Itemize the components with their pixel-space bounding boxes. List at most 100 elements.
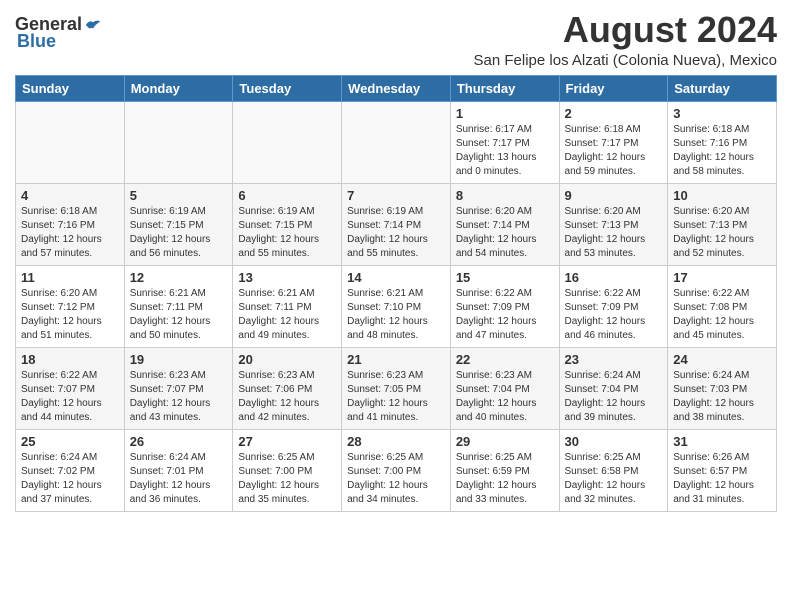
calendar-cell: 16 Sunrise: 6:22 AMSunset: 7:09 PMDayligh… (559, 265, 668, 347)
calendar-cell: 9Sunrise: 6:20 AMSunset: 7:13 PMDaylight… (559, 183, 668, 265)
calendar-cell: 14Sunrise: 6:21 AMSunset: 7:10 PMDayligh… (342, 265, 451, 347)
day-info: Sunrise: 6:23 AMSunset: 7:04 PMDaylight:… (456, 369, 554, 425)
week-row-3: 11 Sunrise: 6:20 AMSunset: 7:12 PMDayligh… (16, 265, 777, 347)
calendar-cell: 11 Sunrise: 6:20 AMSunset: 7:12 PMDayligh… (16, 265, 125, 347)
day-number: 22 (456, 352, 554, 367)
day-number: 25 (21, 434, 119, 449)
day-info: Sunrise: 6:20 AMSunset: 7:12 PMDaylight:… (21, 287, 119, 343)
day-number: 8 (456, 188, 554, 203)
day-info: Sunrise: 6:19 AMSunset: 7:14 PMDaylight:… (347, 205, 445, 261)
month-title: August 2024 (474, 10, 777, 50)
calendar-cell: 4 Sunrise: 6:18 AMSunset: 7:16 PMDaylight… (16, 183, 125, 265)
calendar-cell: 21 Sunrise: 6:23 AMSunset: 7:05 PMDayligh… (342, 347, 451, 429)
calendar-cell: 26Sunrise: 6:24 AMSunset: 7:01 PMDayligh… (124, 429, 233, 511)
day-info: Sunrise: 6:23 AMSunset: 7:07 PMDaylight:… (130, 369, 228, 425)
day-number: 7 (347, 188, 445, 203)
calendar-cell: 6 Sunrise: 6:19 AMSunset: 7:15 PMDaylight… (233, 183, 342, 265)
calendar-cell: 22 Sunrise: 6:23 AMSunset: 7:04 PMDayligh… (450, 347, 559, 429)
weekday-header-tuesday: Tuesday (233, 75, 342, 101)
day-info: Sunrise: 6:20 AMSunset: 7:14 PMDaylight:… (456, 205, 554, 261)
calendar-cell: 15 Sunrise: 6:22 AMSunset: 7:09 PMDayligh… (450, 265, 559, 347)
day-number: 6 (238, 188, 336, 203)
day-number: 1 (456, 106, 554, 121)
day-number: 24 (673, 352, 771, 367)
day-number: 19 (130, 352, 228, 367)
calendar-cell: 28 Sunrise: 6:25 AMSunset: 7:00 PMDayligh… (342, 429, 451, 511)
day-number: 15 (456, 270, 554, 285)
page-header: General Blue August 2024 San Felipe los … (15, 10, 777, 69)
day-info: Sunrise: 6:25 AMSunset: 7:00 PMDaylight:… (347, 451, 445, 507)
weekday-header-friday: Friday (559, 75, 668, 101)
day-number: 18 (21, 352, 119, 367)
calendar-cell: 30Sunrise: 6:25 AMSunset: 6:58 PMDayligh… (559, 429, 668, 511)
calendar-cell: 23Sunrise: 6:24 AMSunset: 7:04 PMDayligh… (559, 347, 668, 429)
title-area: August 2024 San Felipe los Alzati (Colon… (474, 10, 777, 69)
calendar-cell: 18Sunrise: 6:22 AMSunset: 7:07 PMDayligh… (16, 347, 125, 429)
day-number: 13 (238, 270, 336, 285)
day-number: 27 (238, 434, 336, 449)
calendar-cell: 8 Sunrise: 6:20 AMSunset: 7:14 PMDaylight… (450, 183, 559, 265)
day-number: 20 (238, 352, 336, 367)
calendar-cell: 2 Sunrise: 6:18 AMSunset: 7:17 PMDaylight… (559, 101, 668, 183)
day-number: 3 (673, 106, 771, 121)
calendar-cell (342, 101, 451, 183)
day-info: Sunrise: 6:18 AMSunset: 7:16 PMDaylight:… (673, 123, 771, 179)
day-number: 2 (565, 106, 663, 121)
day-number: 29 (456, 434, 554, 449)
calendar-cell: 12 Sunrise: 6:21 AMSunset: 7:11 PMDayligh… (124, 265, 233, 347)
day-info: Sunrise: 6:19 AMSunset: 7:15 PMDaylight:… (130, 205, 228, 261)
weekday-header-wednesday: Wednesday (342, 75, 451, 101)
day-info: Sunrise: 6:25 AMSunset: 6:58 PMDaylight:… (565, 451, 663, 507)
day-info: Sunrise: 6:23 AMSunset: 7:06 PMDaylight:… (238, 369, 336, 425)
day-info: Sunrise: 6:18 AMSunset: 7:17 PMDaylight:… (565, 123, 663, 179)
calendar-cell: 3 Sunrise: 6:18 AMSunset: 7:16 PMDaylight… (668, 101, 777, 183)
calendar-cell: 5 Sunrise: 6:19 AMSunset: 7:15 PMDaylight… (124, 183, 233, 265)
calendar-cell: 31Sunrise: 6:26 AMSunset: 6:57 PMDayligh… (668, 429, 777, 511)
logo: General Blue (15, 14, 102, 52)
day-number: 16 (565, 270, 663, 285)
day-info: Sunrise: 6:20 AMSunset: 7:13 PMDaylight:… (673, 205, 771, 261)
day-info: Sunrise: 6:19 AMSunset: 7:15 PMDaylight:… (238, 205, 336, 261)
weekday-header-saturday: Saturday (668, 75, 777, 101)
calendar-cell: 24Sunrise: 6:24 AMSunset: 7:03 PMDayligh… (668, 347, 777, 429)
calendar-cell: 19 Sunrise: 6:23 AMSunset: 7:07 PMDayligh… (124, 347, 233, 429)
week-row-1: 1 Sunrise: 6:17 AMSunset: 7:17 PMDaylight… (16, 101, 777, 183)
day-info: Sunrise: 6:17 AMSunset: 7:17 PMDaylight:… (456, 123, 554, 179)
day-number: 23 (565, 352, 663, 367)
day-info: Sunrise: 6:21 AMSunset: 7:11 PMDaylight:… (130, 287, 228, 343)
day-info: Sunrise: 6:25 AMSunset: 6:59 PMDaylight:… (456, 451, 554, 507)
day-info: Sunrise: 6:23 AMSunset: 7:05 PMDaylight:… (347, 369, 445, 425)
weekday-header-sunday: Sunday (16, 75, 125, 101)
day-info: Sunrise: 6:24 AMSunset: 7:02 PMDaylight:… (21, 451, 119, 507)
day-number: 11 (21, 270, 119, 285)
day-number: 5 (130, 188, 228, 203)
weekday-header-thursday: Thursday (450, 75, 559, 101)
logo-blue: Blue (17, 31, 56, 52)
day-info: Sunrise: 6:22 AMSunset: 7:08 PMDaylight:… (673, 287, 771, 343)
day-number: 28 (347, 434, 445, 449)
day-info: Sunrise: 6:21 AMSunset: 7:10 PMDaylight:… (347, 287, 445, 343)
day-info: Sunrise: 6:21 AMSunset: 7:11 PMDaylight:… (238, 287, 336, 343)
weekday-header-row: SundayMondayTuesdayWednesdayThursdayFrid… (16, 75, 777, 101)
calendar-cell: 29 Sunrise: 6:25 AMSunset: 6:59 PMDayligh… (450, 429, 559, 511)
calendar-cell: 20 Sunrise: 6:23 AMSunset: 7:06 PMDayligh… (233, 347, 342, 429)
day-info: Sunrise: 6:18 AMSunset: 7:16 PMDaylight:… (21, 205, 119, 261)
weekday-header-monday: Monday (124, 75, 233, 101)
day-number: 4 (21, 188, 119, 203)
day-number: 17 (673, 270, 771, 285)
calendar-cell: 17 Sunrise: 6:22 AMSunset: 7:08 PMDayligh… (668, 265, 777, 347)
day-number: 21 (347, 352, 445, 367)
day-info: Sunrise: 6:22 AMSunset: 7:09 PMDaylight:… (565, 287, 663, 343)
day-number: 9 (565, 188, 663, 203)
day-info: Sunrise: 6:25 AMSunset: 7:00 PMDaylight:… (238, 451, 336, 507)
calendar-cell: 25 Sunrise: 6:24 AMSunset: 7:02 PMDayligh… (16, 429, 125, 511)
calendar-cell: 7 Sunrise: 6:19 AMSunset: 7:14 PMDaylight… (342, 183, 451, 265)
day-number: 12 (130, 270, 228, 285)
location-subtitle: San Felipe los Alzati (Colonia Nueva), M… (474, 52, 777, 69)
day-info: Sunrise: 6:22 AMSunset: 7:09 PMDaylight:… (456, 287, 554, 343)
calendar-table: SundayMondayTuesdayWednesdayThursdayFrid… (15, 75, 777, 512)
week-row-5: 25 Sunrise: 6:24 AMSunset: 7:02 PMDayligh… (16, 429, 777, 511)
calendar-cell (124, 101, 233, 183)
calendar-cell: 10Sunrise: 6:20 AMSunset: 7:13 PMDayligh… (668, 183, 777, 265)
calendar-cell (16, 101, 125, 183)
